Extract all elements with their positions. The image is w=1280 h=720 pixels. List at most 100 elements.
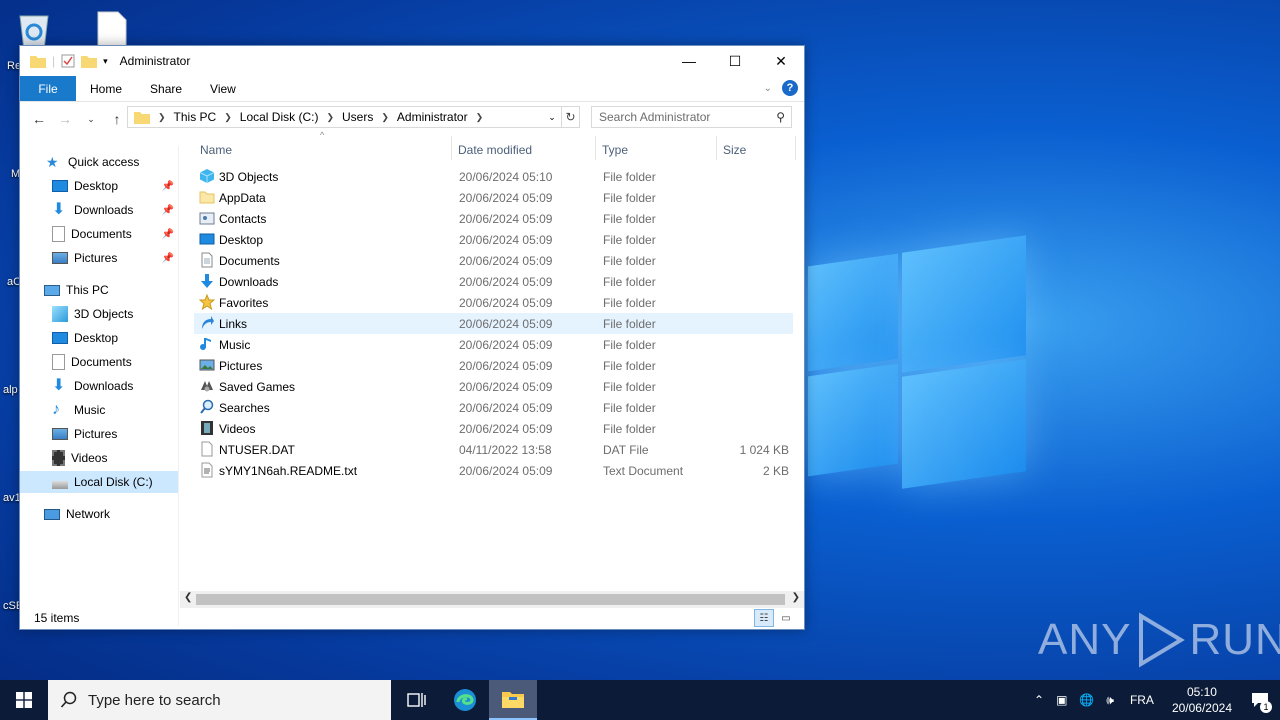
chevron-up-icon[interactable]: ⌃ (1028, 693, 1050, 707)
pin-icon[interactable]: 📌 (162, 205, 174, 216)
table-row[interactable]: Documents 20/06/2024 05:09 File folder (194, 250, 793, 271)
taskbar-search-box[interactable]: Type here to search (48, 680, 391, 720)
table-row[interactable]: sYMY1N6ah.README.txt 20/06/2024 05:09 Te… (194, 460, 793, 481)
file-name: Downloads (219, 274, 279, 289)
watermark-right: RUN (1189, 615, 1280, 664)
title-bar[interactable]: | ▾ Administrator — ☐ ✕ (20, 46, 804, 76)
search-icon[interactable]: ⚲ (776, 110, 785, 124)
column-name[interactable]: Name (194, 140, 232, 160)
expand-ribbon-icon[interactable]: ⌄ (764, 83, 772, 94)
breadcrumb-this-pc[interactable]: This PC (174, 110, 217, 124)
nav-pc-music[interactable]: ♪ Music (20, 399, 178, 421)
input-language[interactable]: FRA (1120, 693, 1164, 707)
chevron-down-icon[interactable]: ▾ (103, 56, 108, 67)
tab-file[interactable]: File (20, 76, 76, 101)
meet-now-icon[interactable]: ▣ (1050, 693, 1073, 707)
maximize-button[interactable]: ☐ (712, 46, 758, 76)
file-name: sYMY1N6ah.README.txt (219, 463, 358, 478)
nav-pc-pictures[interactable]: Pictures (20, 423, 178, 445)
table-row[interactable]: Videos 20/06/2024 05:09 File folder (194, 418, 793, 439)
network-globe-icon[interactable]: 🌐 (1073, 693, 1100, 707)
table-row[interactable]: AppData 20/06/2024 05:09 File folder (194, 187, 793, 208)
nav-quick-pictures[interactable]: Pictures 📌 (20, 247, 178, 269)
action-center-button[interactable]: 1 (1240, 680, 1280, 720)
table-row[interactable]: Contacts 20/06/2024 05:09 File folder (194, 208, 793, 229)
table-row[interactable]: Downloads 20/06/2024 05:09 File folder (194, 271, 793, 292)
nav-quick-desktop[interactable]: Desktop 📌 (20, 175, 178, 197)
clock[interactable]: 05:10 20/06/2024 (1164, 684, 1240, 716)
refresh-button[interactable]: ↻ (562, 106, 580, 128)
chevron-right-icon[interactable]: ❯ (381, 112, 389, 123)
scrollbar-thumb[interactable] (196, 594, 785, 605)
nav-quick-documents[interactable]: Documents 📌 (20, 223, 178, 245)
address-dropdown-icon[interactable]: ⌄ (543, 107, 561, 127)
properties-icon[interactable] (61, 54, 75, 68)
horizontal-scrollbar[interactable]: ❮ ❯ (180, 591, 804, 608)
tab-view[interactable]: View (196, 76, 250, 101)
nav-pc-videos[interactable]: Videos (20, 447, 178, 469)
table-row[interactable]: 3D Objects 20/06/2024 05:10 File folder (194, 166, 793, 187)
table-row[interactable]: Links 20/06/2024 05:09 File folder (194, 313, 793, 334)
table-row[interactable]: Pictures 20/06/2024 05:09 File folder (194, 355, 793, 376)
edge-taskbar-button[interactable] (441, 680, 489, 720)
recent-locations-icon[interactable]: ⌄ (80, 108, 102, 130)
up-arrow-icon[interactable]: ↑ (106, 108, 128, 130)
scroll-right-icon[interactable]: ❯ (792, 592, 800, 603)
address-bar[interactable]: ❯ This PC ❯ Local Disk (C:) ❯ Users ❯ Ad… (127, 106, 562, 128)
large-icons-view-icon[interactable]: ▭ (776, 609, 796, 627)
breadcrumb-users[interactable]: Users (342, 110, 373, 124)
table-row[interactable]: Music 20/06/2024 05:09 File folder (194, 334, 793, 355)
file-type: File folder (603, 400, 656, 415)
forward-arrow-icon[interactable]: → (54, 108, 76, 130)
breadcrumb-administrator[interactable]: Administrator (397, 110, 468, 124)
nav-pc-3d-objects[interactable]: 3D Objects (20, 303, 178, 325)
scroll-left-icon[interactable]: ❮ (184, 592, 192, 603)
nav-quick-downloads[interactable]: ⬇ Downloads 📌 (20, 199, 178, 221)
pin-icon[interactable]: 📌 (162, 181, 174, 192)
pin-icon[interactable]: 📌 (162, 229, 174, 240)
nav-pc-downloads[interactable]: ⬇ Downloads (20, 375, 178, 397)
pane-divider[interactable] (178, 146, 179, 626)
chevron-right-icon[interactable]: ❯ (326, 112, 334, 123)
table-row[interactable]: NTUSER.DAT 04/11/2022 13:58 DAT File 1 0… (194, 439, 793, 460)
tab-share[interactable]: Share (136, 76, 196, 101)
computer-icon (44, 284, 60, 296)
help-icon[interactable]: ? (782, 80, 798, 96)
nav-this-pc[interactable]: This PC (20, 279, 178, 301)
pin-icon[interactable]: 📌 (162, 253, 174, 264)
close-button[interactable]: ✕ (758, 46, 804, 76)
column-divider[interactable] (795, 136, 796, 160)
details-view-icon[interactable]: ☷ (754, 609, 774, 627)
chevron-right-icon[interactable]: ❯ (158, 112, 166, 123)
nav-pc-desktop[interactable]: Desktop (20, 327, 178, 349)
table-row[interactable]: Favorites 20/06/2024 05:09 File folder (194, 292, 793, 313)
minimize-button[interactable]: — (666, 46, 712, 76)
table-row[interactable]: Desktop 20/06/2024 05:09 File folder (194, 229, 793, 250)
file-explorer-taskbar-button[interactable] (489, 680, 537, 720)
column-type[interactable]: Type (596, 140, 628, 160)
column-size[interactable]: Size (717, 140, 746, 160)
back-arrow-icon[interactable]: ← (28, 108, 50, 130)
folder-icon (134, 112, 150, 124)
tab-home[interactable]: Home (76, 76, 136, 101)
start-button[interactable] (0, 680, 48, 720)
pictures-icon (52, 428, 68, 440)
column-date[interactable]: Date modified (452, 140, 532, 160)
new-folder-icon[interactable] (81, 54, 98, 68)
nav-pc-local-disk[interactable]: Local Disk (C:) (20, 471, 178, 493)
volume-icon[interactable]: 🕪 (1100, 693, 1120, 708)
notification-badge: 1 (1260, 701, 1272, 713)
task-view-button[interactable] (393, 680, 441, 720)
nav-quick-access[interactable]: ★ Quick access (20, 151, 178, 173)
network-icon (44, 508, 60, 520)
nav-pc-documents[interactable]: Documents (20, 351, 178, 373)
table-row[interactable]: Searches 20/06/2024 05:09 File folder (194, 397, 793, 418)
chevron-right-icon[interactable]: ❯ (476, 112, 484, 123)
file-size: 2 KB (762, 463, 789, 478)
search-input[interactable] (599, 110, 764, 124)
navigation-pane: ★ Quick access Desktop 📌 ⬇ Downloads 📌 D… (20, 146, 178, 596)
table-row[interactable]: Saved Games 20/06/2024 05:09 File folder (194, 376, 793, 397)
nav-network[interactable]: Network (20, 503, 178, 525)
chevron-right-icon[interactable]: ❯ (224, 112, 232, 123)
breadcrumb-local-disk[interactable]: Local Disk (C:) (240, 110, 319, 124)
